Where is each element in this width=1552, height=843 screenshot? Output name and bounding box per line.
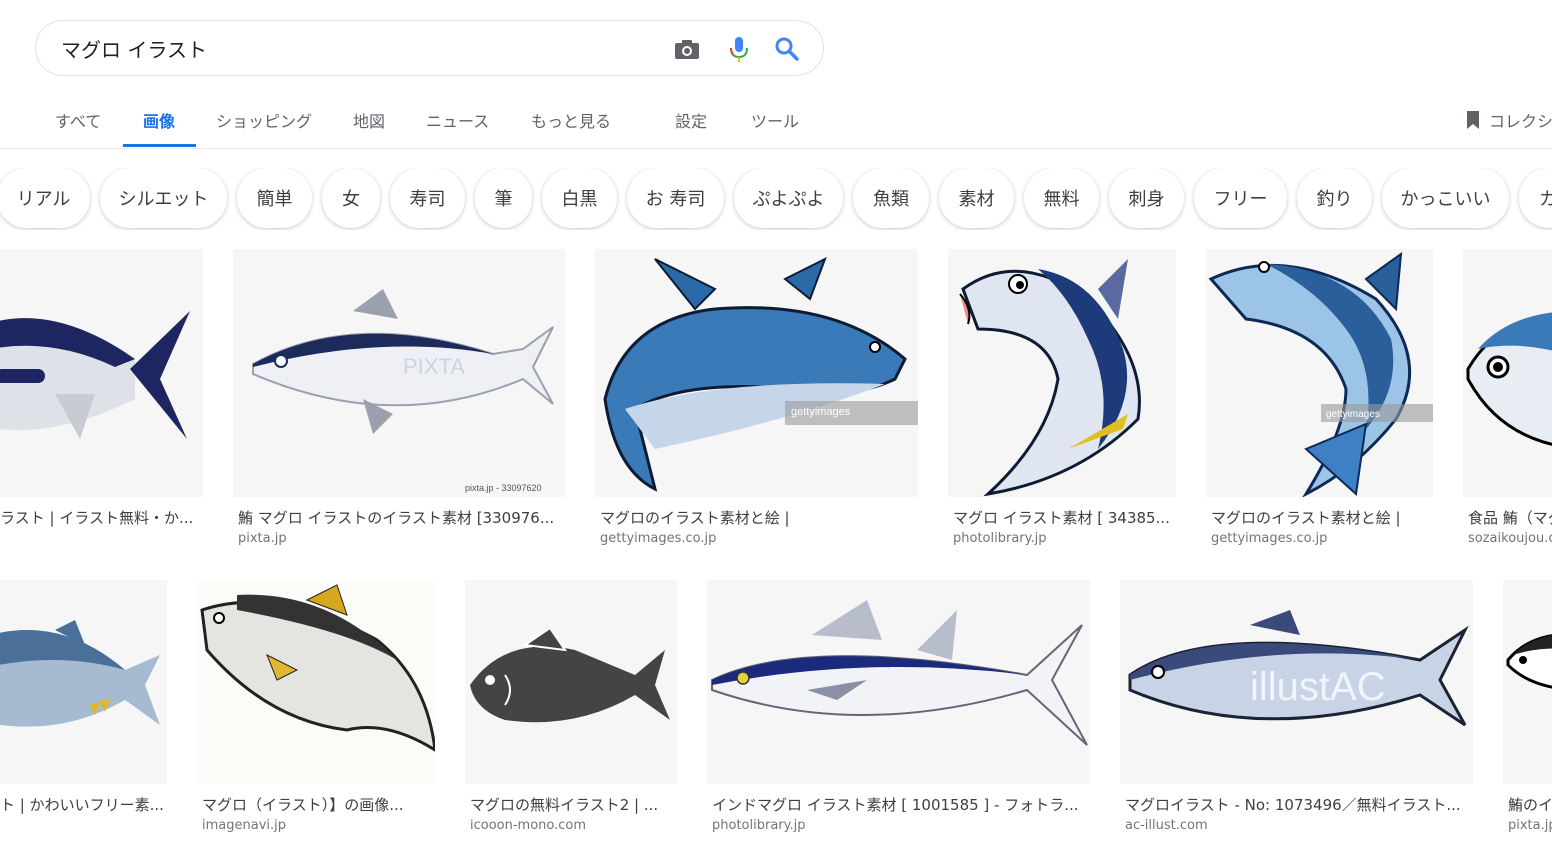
result-title: インドマグロ イラスト素材 [ 1001585 ] - フォトラ... bbox=[712, 796, 1079, 814]
watermark: gettyimages bbox=[791, 406, 851, 418]
search-input[interactable]: マグロ イラスト bbox=[61, 34, 207, 63]
tab-more[interactable]: もっと見る bbox=[531, 108, 611, 132]
chip[interactable]: かっこいい bbox=[1382, 168, 1509, 228]
image-result[interactable]: マグロ イラスト素材 [ 34385... photolibrary.jp bbox=[948, 249, 1176, 549]
chip[interactable]: 無料 bbox=[1024, 168, 1099, 228]
search-tabs: すべて 画像 ショッピング 地図 ニュース もっと見る 設定 ツール コレクショ… bbox=[0, 96, 1552, 149]
watermark: illustAC bbox=[1250, 665, 1386, 709]
image-result[interactable]: マグロの無料イラスト2 | ... icooon-mono.com bbox=[465, 580, 677, 840]
chip[interactable]: リアル bbox=[0, 168, 90, 228]
result-source: pixta.jp bbox=[1508, 818, 1552, 833]
result-title: マグロのイラスト素材と絵 | bbox=[600, 509, 790, 527]
image-result[interactable]: PIXTA pixta.jp - 33097620 鮪 マグロ イラストのイラス… bbox=[233, 249, 565, 549]
image-result[interactable]: 食品 鮪（マグ sozaikoujou.c bbox=[1463, 249, 1552, 549]
image-thumbnail bbox=[1503, 580, 1552, 784]
image-result[interactable]: マグロ（イラスト）】の画像... imagenavi.jp bbox=[197, 580, 435, 840]
chip[interactable]: 刺身 bbox=[1109, 168, 1184, 228]
result-source: ac-illust.com bbox=[1125, 818, 1208, 833]
result-source: gettyimages.co.jp bbox=[1211, 531, 1328, 546]
collections-link[interactable]: コレクション bbox=[1465, 108, 1552, 132]
collections-label: コレクション bbox=[1489, 112, 1552, 131]
image-thumbnail bbox=[197, 580, 435, 784]
chip[interactable]: カ bbox=[1519, 168, 1552, 228]
bookmark-icon bbox=[1467, 111, 1479, 129]
image-result[interactable]: gettyimages マグロのイラスト素材と絵 | gettyimages.c… bbox=[1206, 249, 1433, 549]
image-thumbnail: PIXTA pixta.jp - 33097620 bbox=[233, 249, 565, 497]
result-source: icooon-mono.com bbox=[470, 818, 587, 833]
result-title: マグロイラスト - No: 1073496／無料イラスト... bbox=[1125, 796, 1461, 814]
tab-settings[interactable]: 設定 bbox=[675, 108, 707, 132]
watermark: gettyimages bbox=[1326, 409, 1380, 420]
result-source: photolibrary.jp bbox=[712, 818, 806, 833]
active-tab-indicator bbox=[123, 144, 196, 147]
watermark: pixta.jp - 33097620 bbox=[465, 483, 542, 493]
image-thumbnail: gettyimages bbox=[595, 249, 918, 497]
chip[interactable]: シルエット bbox=[100, 168, 227, 228]
result-title: 鮪 マグロ イラストのイラスト素材 [330976... bbox=[238, 509, 555, 527]
image-result[interactable]: gettyimages マグロのイラスト素材と絵 | gettyimages.c… bbox=[595, 249, 918, 549]
tab-images[interactable]: 画像 bbox=[143, 108, 175, 132]
watermark: PIXTA bbox=[403, 354, 465, 379]
image-thumbnail bbox=[1463, 249, 1552, 497]
image-result[interactable]: 鮪のイ pixta.jp bbox=[1503, 580, 1552, 840]
chip[interactable]: 白黒 bbox=[542, 168, 617, 228]
tab-shopping[interactable]: ショッピング bbox=[216, 108, 312, 132]
result-source: imagenavi.jp bbox=[202, 818, 286, 833]
result-source: gettyimages.co.jp bbox=[600, 531, 717, 546]
image-thumbnail bbox=[948, 249, 1176, 497]
chip[interactable]: 女 bbox=[322, 168, 380, 228]
image-thumbnail bbox=[0, 580, 167, 784]
image-thumbnail: illustAC bbox=[1120, 580, 1473, 784]
image-result[interactable]: ト | かわいいフリー素... bbox=[0, 580, 167, 840]
result-title: マグロのイラスト素材と絵 | bbox=[1211, 509, 1401, 527]
image-thumbnail bbox=[707, 580, 1090, 784]
search-icon[interactable] bbox=[772, 34, 802, 64]
result-title: 鮪のイ bbox=[1508, 796, 1552, 814]
result-title: マグロ（イラスト）】の画像... bbox=[202, 796, 404, 814]
image-result[interactable]: ラスト | イラスト無料・か... bbox=[0, 249, 203, 549]
chip[interactable]: お 寿司 bbox=[627, 168, 724, 228]
tab-tools[interactable]: ツール bbox=[751, 108, 799, 132]
result-title: ト | かわいいフリー素... bbox=[0, 796, 164, 814]
result-title: ラスト | イラスト無料・か... bbox=[0, 509, 194, 527]
chip[interactable]: フリー bbox=[1194, 168, 1287, 228]
chip[interactable]: 寿司 bbox=[390, 168, 465, 228]
tab-maps[interactable]: 地図 bbox=[353, 108, 385, 132]
result-title: マグロの無料イラスト2 | ... bbox=[470, 796, 659, 814]
image-result[interactable]: インドマグロ イラスト素材 [ 1001585 ] - フォトラ... phot… bbox=[707, 580, 1090, 840]
related-search-chips: リアル シルエット 簡単 女 寿司 筆 白黒 お 寿司 ぷよぷよ 魚類 素材 無… bbox=[0, 168, 1552, 230]
microphone-icon[interactable] bbox=[724, 34, 754, 64]
result-title: マグロ イラスト素材 [ 34385... bbox=[953, 509, 1170, 527]
image-thumbnail bbox=[0, 249, 203, 497]
image-thumbnail: gettyimages bbox=[1206, 249, 1433, 497]
result-source: photolibrary.jp bbox=[953, 531, 1047, 546]
result-source: sozaikoujou.c bbox=[1468, 531, 1552, 546]
search-box[interactable]: マグロ イラスト bbox=[35, 20, 824, 76]
tab-news[interactable]: ニュース bbox=[426, 108, 489, 132]
chip[interactable]: 筆 bbox=[475, 168, 532, 228]
chip[interactable]: 魚類 bbox=[853, 168, 929, 228]
chip[interactable]: 素材 bbox=[939, 168, 1014, 228]
result-source: pixta.jp bbox=[238, 531, 287, 546]
chip[interactable]: 釣り bbox=[1297, 168, 1372, 228]
image-result[interactable]: illustAC マグロイラスト - No: 1073496／無料イラスト...… bbox=[1120, 580, 1473, 840]
result-title: 食品 鮪（マグ bbox=[1468, 509, 1552, 527]
tab-all[interactable]: すべて bbox=[55, 108, 101, 132]
chip[interactable]: ぷよぷよ bbox=[734, 168, 843, 228]
image-thumbnail bbox=[465, 580, 677, 784]
camera-icon[interactable] bbox=[672, 34, 702, 64]
chip[interactable]: 簡単 bbox=[237, 168, 312, 228]
